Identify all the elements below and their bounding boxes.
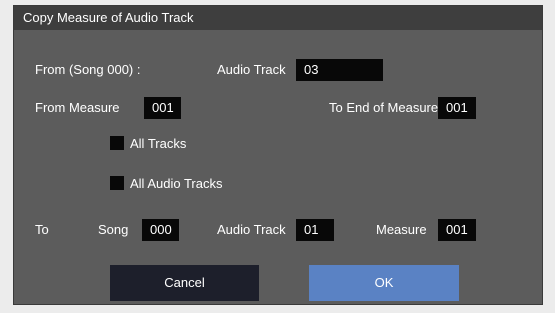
all-tracks-checkbox[interactable]: [110, 136, 124, 150]
to-end-of-measure-label: To End of Measure: [329, 100, 439, 115]
to-end-of-measure-field[interactable]: 001: [438, 97, 476, 119]
to-song-label: Song: [98, 222, 129, 237]
cancel-button[interactable]: Cancel: [110, 265, 259, 301]
all-audio-tracks-checkbox[interactable]: [110, 176, 124, 190]
dialog-title: Copy Measure of Audio Track: [14, 6, 542, 30]
to-audio-track-field[interactable]: 01: [296, 219, 334, 241]
from-measure-field[interactable]: 001: [144, 97, 181, 119]
to-measure-field[interactable]: 001: [438, 219, 476, 241]
all-audio-tracks-label: All Audio Tracks: [130, 176, 223, 191]
from-measure-label: From Measure: [35, 100, 120, 115]
from-audio-track-field[interactable]: 03: [296, 59, 383, 81]
copy-measure-dialog: Copy Measure of Audio Track From (Song 0…: [13, 5, 543, 305]
to-label: To: [35, 222, 49, 237]
ok-button[interactable]: OK: [309, 265, 459, 301]
from-audio-track-label: Audio Track: [217, 62, 286, 77]
from-song-label: From (Song 000) :: [35, 62, 141, 77]
to-measure-label: Measure: [376, 222, 427, 237]
to-song-field[interactable]: 000: [142, 219, 179, 241]
all-tracks-label: All Tracks: [130, 136, 187, 151]
to-audio-track-label: Audio Track: [217, 222, 286, 237]
